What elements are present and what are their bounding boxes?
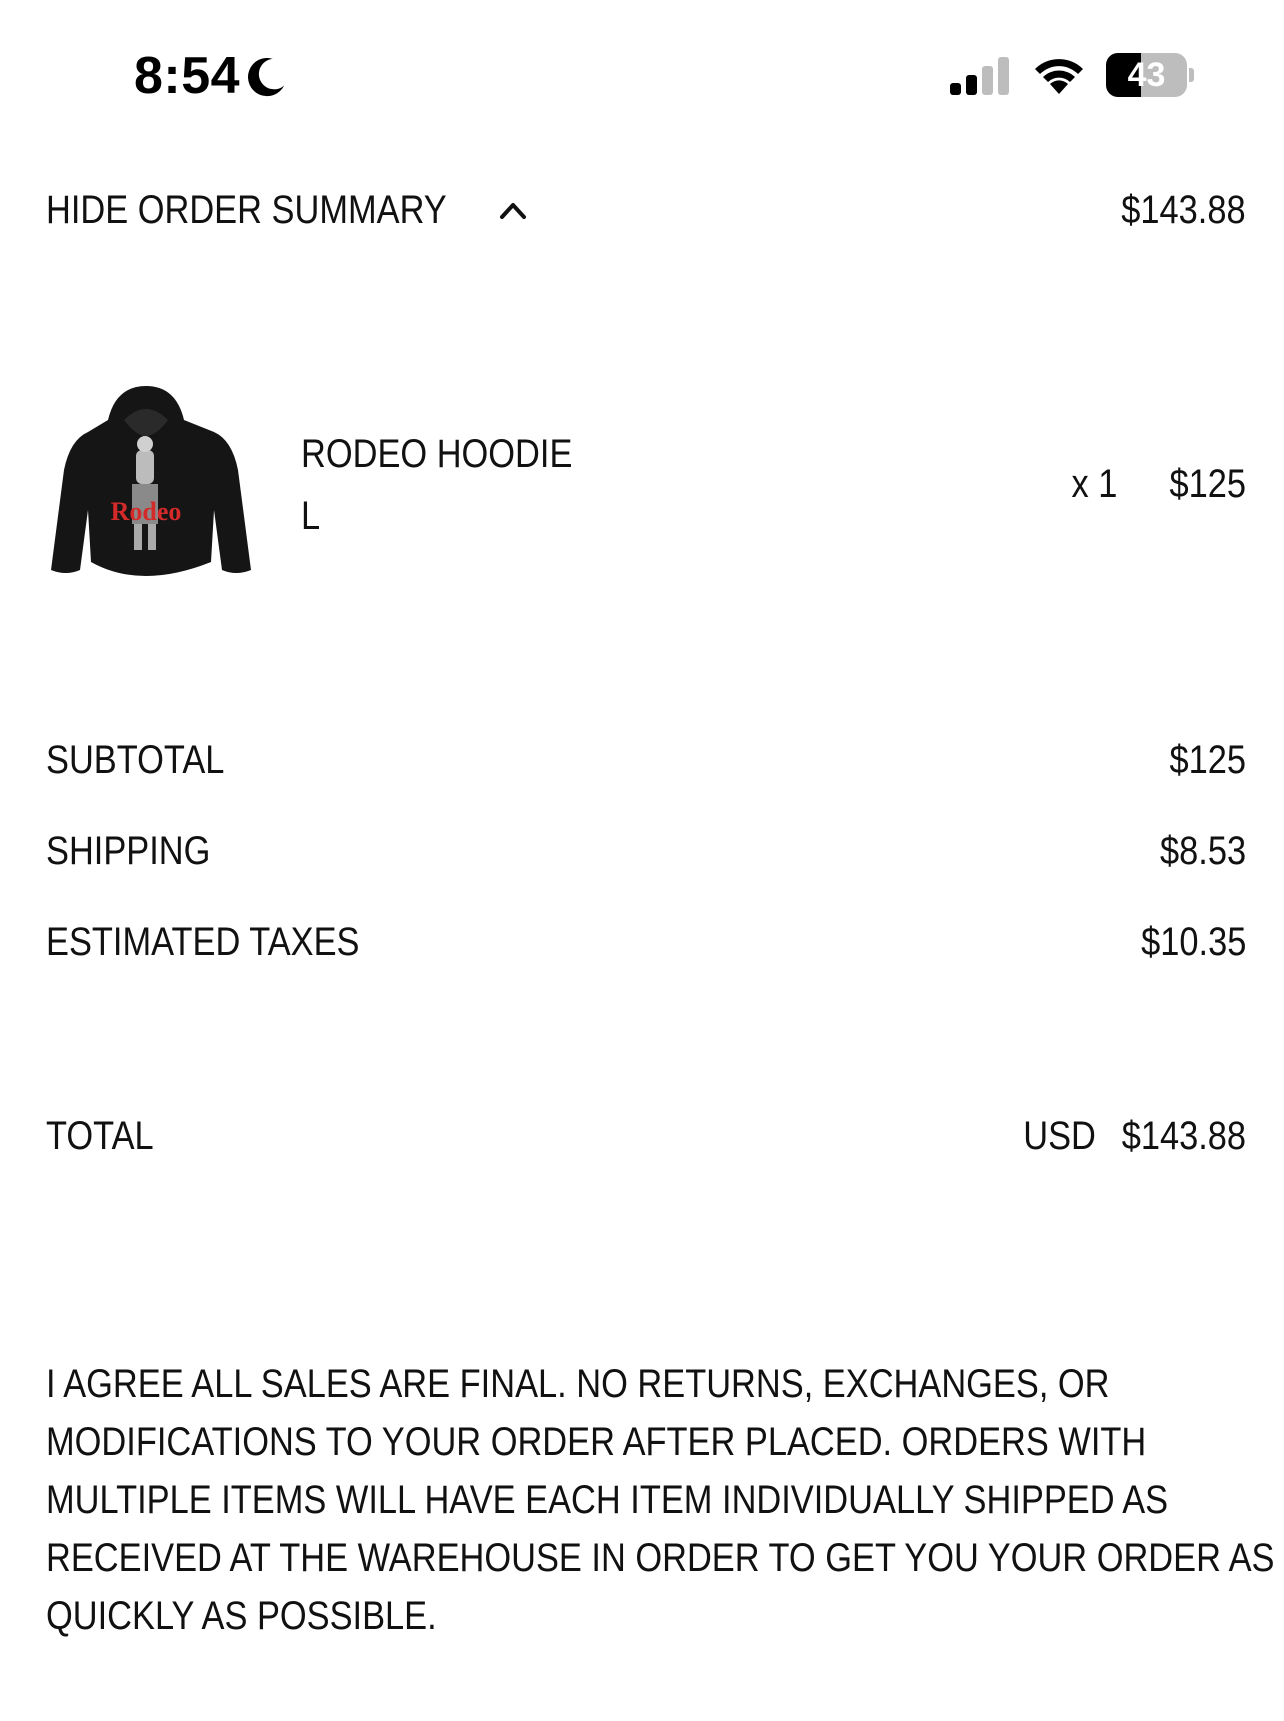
subtotal-value: $125	[1169, 737, 1246, 782]
sales-final-disclaimer: I AGREE ALL SALES ARE FINAL. NO RETURNS,…	[46, 1355, 1275, 1645]
status-time-group: 8:54	[134, 46, 288, 106]
status-bar: 8:54 43	[0, 0, 1284, 140]
product-qty-price: x 1 $125	[1064, 462, 1246, 507]
shipping-label: SHIPPING	[46, 828, 211, 873]
chevron-up-icon	[499, 203, 526, 219]
shipping-value: $8.53	[1159, 828, 1246, 873]
product-graphic-text: Rodeo	[111, 497, 182, 526]
subtotal-row: SUBTOTAL $125	[46, 730, 1246, 790]
hide-order-summary-label: HIDE ORDER SUMMARY	[46, 187, 447, 232]
order-summary-header: HIDE ORDER SUMMARY $143.88	[46, 180, 1246, 240]
battery-level: 43	[1127, 55, 1166, 94]
status-time: 8:54	[134, 47, 241, 105]
battery-cap	[1189, 68, 1194, 82]
total-label: TOTAL	[46, 1113, 154, 1158]
taxes-row: ESTIMATED TAXES $10.35	[46, 912, 1246, 972]
disclaimer-line: I AGREE ALL SALES ARE FINAL. NO RETURNS,…	[46, 1362, 1110, 1406]
battery-icon: 43	[1106, 53, 1188, 97]
order-summary-amount: $143.88	[1121, 187, 1246, 232]
disclaimer-line: RECEIVED AT THE WAREHOUSE IN ORDER TO GE…	[46, 1536, 1275, 1580]
disclaimer-line: MODIFICATIONS TO YOUR ORDER AFTER PLACED…	[46, 1420, 1147, 1464]
total-row: TOTAL USD $143.88	[46, 1106, 1246, 1166]
disclaimer-line: QUICKLY AS POSSIBLE.	[46, 1594, 437, 1638]
battery-indicator: 43	[1106, 52, 1194, 98]
product-name: RODEO HOODIE	[301, 432, 573, 476]
product-price: $125	[1169, 462, 1246, 506]
moon-icon	[248, 57, 285, 97]
disclaimer-line: MULTIPLE ITEMS WILL HAVE EACH ITEM INDIV…	[46, 1478, 1169, 1522]
product-image[interactable]: Rodeo	[46, 380, 256, 590]
hide-order-summary-toggle[interactable]: HIDE ORDER SUMMARY	[46, 188, 528, 233]
estimated-taxes-value: $10.35	[1140, 919, 1246, 964]
subtotal-label: SUBTOTAL	[46, 737, 225, 782]
total-amount-group: USD $143.88	[1023, 1114, 1246, 1159]
total-currency: USD	[1023, 1113, 1096, 1158]
status-indicators: 43	[950, 52, 1194, 98]
cellular-signal-icon	[950, 57, 1009, 95]
shipping-row: SHIPPING $8.53	[46, 821, 1246, 881]
total-value: $143.88	[1121, 1113, 1246, 1158]
product-variant: L	[301, 494, 321, 538]
wifi-icon	[1035, 59, 1083, 94]
product-quantity: x 1	[1071, 462, 1118, 506]
estimated-taxes-label: ESTIMATED TAXES	[46, 919, 360, 964]
line-item: Rodeo RODEO HOODIE L x 1 $125	[46, 380, 1246, 600]
